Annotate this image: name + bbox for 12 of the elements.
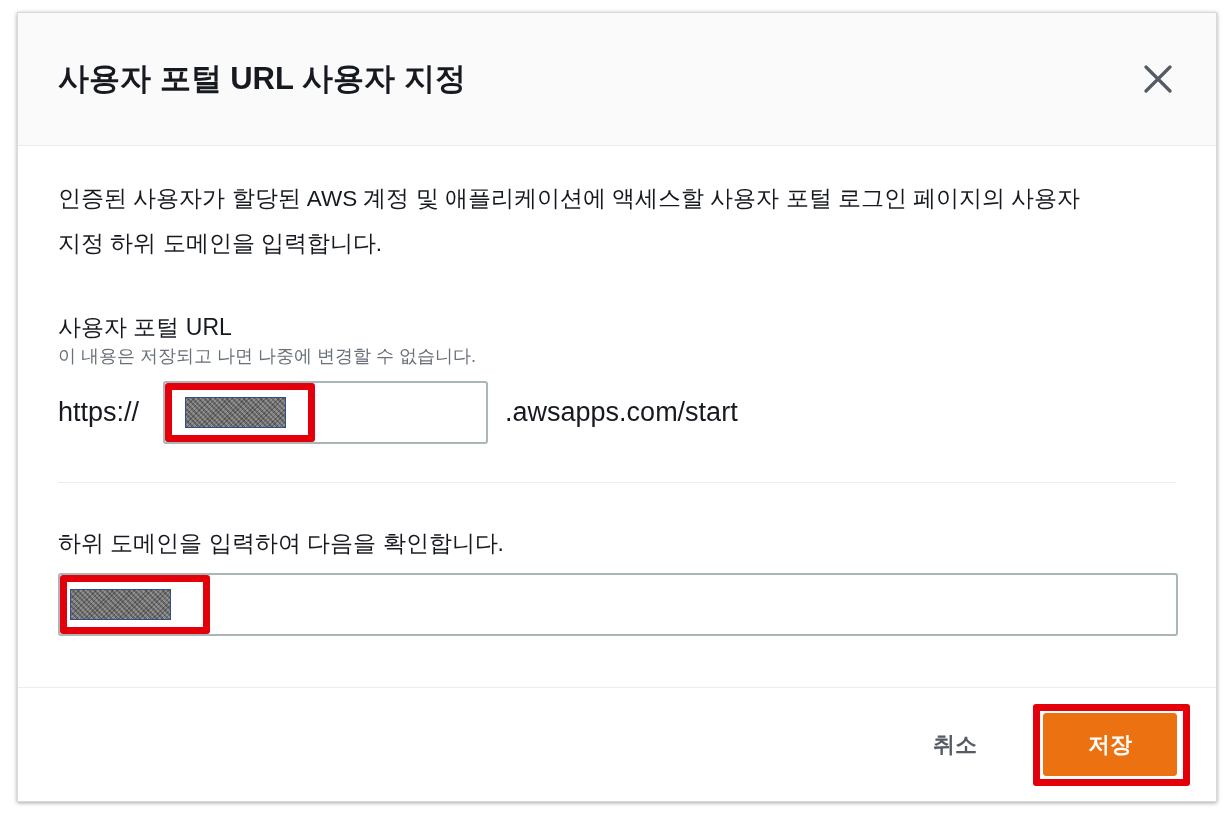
input-field[interactable] xyxy=(163,381,489,444)
description-text: 인증된 사용자가 할당된 AWS 계정 및 애플리케이션에 액세스할 사용자 포털 로그인 페이지의 사용자 지정 하위 도메인을 입력합니다. xyxy=(58,185,1082,258)
field-label: 하위 도메인을 입력하여 다음을 확인합니다. xyxy=(58,529,504,558)
url-prefix: https:// xyxy=(58,397,140,428)
url-suffix: .awsapps.com/start xyxy=(505,397,738,428)
input-field[interactable] xyxy=(58,573,1178,636)
dialog-title: 사용자 포털 URL 사용자 지정 xyxy=(58,60,466,98)
field-hint: 이 내용은 저장되고 나면 나중에 변경할 수 없습니다. xyxy=(58,345,476,368)
field-label: 사용자 포털 URL xyxy=(58,313,232,342)
close-button[interactable] xyxy=(1144,65,1172,93)
close-icon xyxy=(1144,65,1172,93)
cancel-button[interactable]: 취소 xyxy=(933,729,977,760)
